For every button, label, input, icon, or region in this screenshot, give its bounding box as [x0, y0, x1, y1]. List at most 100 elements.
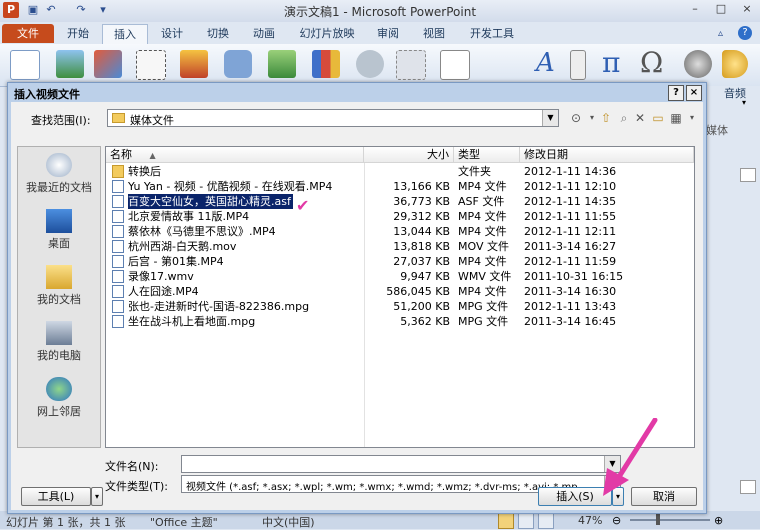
- tab-design[interactable]: 设计: [152, 24, 192, 43]
- file-name: 张也-走进新时代-国语-822386.mpg: [128, 300, 310, 313]
- zoom-slider-thumb[interactable]: [656, 514, 660, 525]
- clipart-icon[interactable]: [94, 50, 122, 78]
- file-row[interactable]: 杭州西湖-白天鹅.mov 13,818 KB MOV 文件 2011-3-14 16:…: [106, 239, 694, 254]
- file-list[interactable]: 名称 ▲ 大小 类型 修改日期 转换后 文件夹 2012-1-11 14:36 Yu …: [105, 146, 695, 448]
- slide-number-icon[interactable]: [570, 50, 586, 80]
- symbol-icon[interactable]: Ω: [640, 46, 663, 79]
- dialog-close-button[interactable]: ×: [686, 85, 702, 101]
- file-size: 13,818 KB: [393, 240, 450, 253]
- zoom-slider[interactable]: [630, 519, 710, 521]
- help-icon[interactable]: ?: [738, 26, 752, 40]
- file-size: 29,312 KB: [393, 210, 450, 223]
- new-folder-icon[interactable]: ▭: [649, 110, 667, 126]
- delete-icon[interactable]: ✕: [631, 110, 649, 126]
- photo-album-icon[interactable]: [180, 50, 208, 78]
- file-row[interactable]: 人在囧途.MP4 586,045 KB MP4 文件 2011-3-14 16:30: [106, 284, 694, 299]
- recent-documents-icon: [46, 153, 72, 177]
- file-row[interactable]: 转换后 文件夹 2012-1-11 14:36: [106, 164, 694, 179]
- file-type: WMV 文件: [458, 270, 512, 283]
- file-type: MP4 文件: [458, 225, 507, 238]
- zoom-out-icon[interactable]: ⊖: [612, 514, 621, 527]
- tab-file[interactable]: 文件: [2, 24, 54, 43]
- language-indicator[interactable]: 中文(中国): [262, 514, 315, 530]
- video-file-icon: [112, 315, 124, 328]
- place-my-computer[interactable]: 我的电脑: [18, 317, 100, 373]
- picture-icon[interactable]: [56, 50, 84, 78]
- column-header-name[interactable]: 名称 ▲: [106, 147, 364, 163]
- normal-view-icon[interactable]: [498, 513, 514, 529]
- tools-dropdown-icon[interactable]: ▾: [91, 487, 103, 506]
- dialog-help-button[interactable]: ?: [668, 85, 684, 101]
- place-recent[interactable]: 我最近的文档: [18, 149, 100, 205]
- column-header-type[interactable]: 类型: [454, 147, 520, 163]
- column-header-date[interactable]: 修改日期: [520, 147, 694, 163]
- minimize-button[interactable]: –: [682, 0, 708, 18]
- file-row[interactable]: 北京爱情故事 11版.MP4 29,312 KB MP4 文件 2012-1-11 1…: [106, 209, 694, 224]
- file-name: 后宫 - 第01集.MP4: [128, 255, 224, 268]
- smartart-icon[interactable]: [268, 50, 296, 78]
- scroll-arrow-icon[interactable]: [740, 168, 756, 182]
- maximize-button[interactable]: □: [708, 0, 734, 18]
- file-row[interactable]: 后宫 - 第01集.MP4 27,037 KB MP4 文件 2012-1-11 11…: [106, 254, 694, 269]
- file-type: MPG 文件: [458, 315, 509, 328]
- audio-dropdown-icon[interactable]: ▾: [742, 98, 746, 107]
- zoom-in-icon[interactable]: ⊕: [714, 514, 723, 527]
- lookin-combo[interactable]: 媒体文件 ▼: [107, 109, 559, 127]
- file-name: 北京爱情故事 11版.MP4: [128, 210, 250, 223]
- app-title: 演示文稿1 - Microsoft PowerPoint: [283, 5, 477, 19]
- checkmark-annotation-icon: ✔: [296, 196, 310, 215]
- video-file-icon: [112, 300, 124, 313]
- tools-button[interactable]: 工具(L): [21, 487, 91, 506]
- chevron-down-icon[interactable]: ▼: [542, 110, 558, 126]
- chart-icon[interactable]: [312, 50, 340, 78]
- place-my-documents[interactable]: 我的文档: [18, 261, 100, 317]
- arrow-annotation-icon: [603, 418, 658, 496]
- file-row[interactable]: 录像17.wmv 9,947 KB WMV 文件 2011-10-31 16:15: [106, 269, 694, 284]
- views-dropdown-icon[interactable]: ▾: [683, 110, 701, 126]
- place-label: 我的文档: [37, 293, 81, 306]
- minimize-ribbon-icon[interactable]: ▵: [718, 28, 723, 39]
- file-row[interactable]: 百变大空仙女，英国甜心精灵.asf 36,773 KB ASF 文件 2012-1-1…: [106, 194, 694, 209]
- equation-icon[interactable]: π: [602, 46, 620, 79]
- tab-insert[interactable]: 插入: [102, 24, 148, 44]
- tab-review[interactable]: 审阅: [368, 24, 408, 43]
- tab-developer[interactable]: 开发工具: [462, 24, 522, 43]
- shapes-icon[interactable]: [224, 50, 252, 78]
- slide-sorter-icon[interactable]: [518, 513, 534, 529]
- place-network[interactable]: 网上邻居: [18, 373, 100, 429]
- wordart-icon[interactable]: A: [536, 48, 555, 78]
- tab-slideshow[interactable]: 幻灯片放映: [292, 24, 362, 43]
- table-icon[interactable]: [10, 50, 40, 80]
- place-desktop[interactable]: 桌面: [18, 205, 100, 261]
- textbox-icon[interactable]: [440, 50, 470, 80]
- my-documents-icon: [46, 265, 72, 289]
- zoom-level[interactable]: 47%: [578, 514, 602, 527]
- file-date: 2012-1-11 12:11: [524, 225, 617, 238]
- action-icon[interactable]: [396, 50, 426, 80]
- column-header-size[interactable]: 大小: [364, 147, 454, 163]
- file-name: Yu Yan - 视频 - 优酷视频 - 在线观看.MP4: [128, 180, 333, 193]
- file-row[interactable]: 蔡依林《马德里不思议》.MP4 13,044 KB MP4 文件 2012-1-11 …: [106, 224, 694, 239]
- tab-view[interactable]: 视图: [414, 24, 454, 43]
- file-row[interactable]: 张也-走进新时代-国语-822386.mpg 51,200 KB MPG 文件 201…: [106, 299, 694, 314]
- close-window-button[interactable]: ×: [734, 0, 760, 18]
- hyperlink-icon[interactable]: [356, 50, 384, 78]
- place-label: 我的电脑: [37, 349, 81, 362]
- scroll-arrow-icon[interactable]: [740, 480, 756, 494]
- reading-view-icon[interactable]: [538, 513, 554, 529]
- file-type: ASF 文件: [458, 195, 505, 208]
- file-row[interactable]: Yu Yan - 视频 - 优酷视频 - 在线观看.MP4 13,166 KB MP…: [106, 179, 694, 194]
- video-icon[interactable]: [684, 50, 712, 78]
- file-date: 2012-1-11 11:59: [524, 255, 617, 268]
- file-row[interactable]: 坐在战斗机上看地面.mpg 5,362 KB MPG 文件 2011-3-14 16:…: [106, 314, 694, 329]
- file-size: 36,773 KB: [393, 195, 450, 208]
- tab-home[interactable]: 开始: [58, 24, 98, 43]
- filename-input[interactable]: ▼: [181, 455, 621, 473]
- file-date: 2011-10-31 16:15: [524, 270, 624, 283]
- up-folder-icon[interactable]: ⇧: [597, 110, 615, 126]
- video-file-icon: [112, 240, 124, 253]
- file-type: MOV 文件: [458, 240, 509, 253]
- tab-transitions[interactable]: 切换: [198, 24, 238, 43]
- tab-animations[interactable]: 动画: [244, 24, 284, 43]
- screenshot-icon[interactable]: [136, 50, 166, 80]
